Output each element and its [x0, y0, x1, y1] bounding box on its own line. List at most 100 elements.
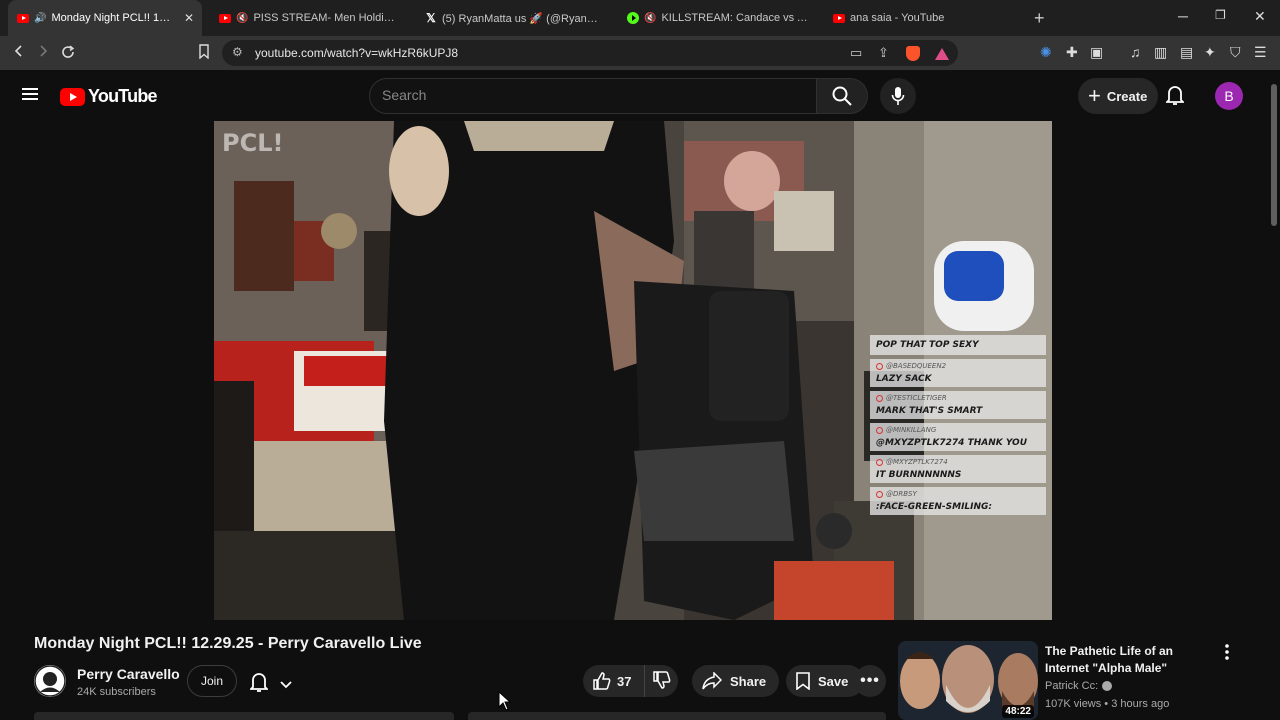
chat-text: @MXYZPTLK7274 THANK YOU	[876, 438, 1027, 448]
video-duration: 48:22	[1002, 705, 1034, 718]
tab-label: ana saia - YouTube	[850, 12, 945, 24]
chat-user-badge-icon	[876, 362, 883, 370]
chat-message: @MXYZPTLK7274 IT BURNNNNNNS	[870, 455, 1046, 483]
notifications-bell-icon[interactable]	[1164, 84, 1186, 111]
close-tab-icon[interactable]: ✕	[184, 11, 194, 25]
brave-rewards-icon[interactable]	[935, 48, 949, 60]
chat-pinned-message: POP THAT TOP SEXY	[870, 335, 1046, 355]
browser-toolbar: ⚙ youtube.com/watch?v=wkHzR6kUPJ8 ▭ ⇪ ✺ …	[0, 36, 1280, 70]
chat-message: @DRBSY :FACE-GREEN-SMILING:	[870, 487, 1046, 515]
subscription-bell-icon[interactable]	[248, 672, 270, 697]
microphone-icon	[891, 87, 905, 105]
recommended-video-channel[interactable]: Patrick Cc:	[1045, 680, 1113, 692]
sidebar-icon[interactable]: ▥	[1154, 44, 1167, 61]
scrollbar-thumb[interactable]	[1271, 84, 1277, 226]
media-icon[interactable]: ♫	[1130, 44, 1141, 60]
chat-username: @TESTICLETIGER	[886, 394, 947, 402]
more-vertical-icon[interactable]	[1224, 644, 1230, 665]
extensions-puzzle-icon[interactable]: ✚	[1066, 44, 1078, 61]
youtube-icon	[16, 11, 30, 25]
forward-icon[interactable]	[36, 44, 50, 63]
youtube-icon	[218, 11, 232, 25]
muted-speaker-icon[interactable]: 🔇	[644, 13, 656, 24]
chat-username: @MXYZPTLK7274	[886, 458, 948, 466]
chevron-down-icon[interactable]	[280, 676, 292, 694]
tab-monday-night-pcl[interactable]: 🔊 Monday Night PCL!! 12.29.25 ✕	[8, 0, 202, 36]
plus-icon: +	[1088, 83, 1101, 108]
page-scrollbar[interactable]	[1268, 70, 1280, 720]
chat-user-badge-icon	[876, 458, 883, 466]
search-button[interactable]	[816, 78, 868, 114]
save-button[interactable]: Save	[786, 665, 864, 697]
like-count: 37	[617, 673, 632, 689]
voice-search-button[interactable]	[880, 78, 916, 114]
chat-user-badge-icon	[876, 426, 883, 434]
share-button[interactable]: Share	[692, 665, 779, 697]
chat-message: @MINKILLANG @MXYZPTLK7274 THANK YOU	[870, 423, 1046, 451]
save-label: Save	[818, 673, 849, 689]
screenshot-icon[interactable]: ▣	[1090, 44, 1103, 61]
like-dislike-group: 37	[583, 665, 678, 697]
cast-icon[interactable]: ▭	[850, 45, 862, 61]
chat-text: LAZY SACK	[876, 374, 932, 384]
tab-label: (5) RyanMatta us 🚀 (@RyanMattaM	[442, 12, 606, 25]
chat-overlay: POP THAT TOP SEXY @BASEDQUEEN2 LAZY SACK…	[870, 335, 1052, 519]
window-close-icon[interactable]: ✕	[1254, 8, 1266, 25]
minimize-icon[interactable]: ─	[1178, 8, 1188, 24]
tab-label: KILLSTREAM: Candace vs Alex Ra	[661, 12, 808, 24]
guide-menu-icon[interactable]	[22, 88, 38, 100]
youtube-logo[interactable]: YouTube	[60, 86, 158, 107]
youtube-icon	[832, 11, 846, 25]
new-tab-icon[interactable]: +	[1034, 8, 1045, 29]
chat-user-badge-icon	[876, 394, 883, 402]
leo-ai-icon[interactable]: ✦	[1204, 44, 1216, 61]
bookmark-icon[interactable]	[198, 44, 210, 64]
chat-username: @BASEDQUEEN2	[886, 362, 947, 370]
more-horizontal-icon: •••	[860, 672, 880, 689]
tab-label: Monday Night PCL!! 12.29.25	[51, 12, 175, 24]
back-icon[interactable]	[12, 44, 26, 63]
chat-user-badge-icon	[876, 490, 883, 498]
address-bar[interactable]: ⚙ youtube.com/watch?v=wkHzR6kUPJ8 ▭ ⇪	[222, 40, 958, 66]
x-icon: 𝕏	[426, 11, 436, 25]
vpn-icon[interactable]: ⛉	[1230, 44, 1241, 61]
channel-avatar[interactable]	[34, 665, 66, 697]
chat-message: @BASEDQUEEN2 LAZY SACK	[870, 359, 1046, 387]
url-text[interactable]: youtube.com/watch?v=wkHzR6kUPJ8	[255, 46, 458, 60]
reload-icon[interactable]	[60, 44, 76, 65]
tab-ryanmatta-x[interactable]: 𝕏 (5) RyanMatta us 🚀 (@RyanMattaM	[424, 6, 606, 30]
video-title: Monday Night PCL!! 12.29.25 - Perry Cara…	[34, 635, 422, 652]
create-label: Create	[1106, 88, 1148, 104]
create-button[interactable]: + Create	[1078, 78, 1158, 114]
youtube-header: YouTube + Create B	[0, 70, 1280, 122]
menu-icon[interactable]: ☰	[1254, 44, 1267, 61]
search-input[interactable]	[382, 87, 802, 103]
site-info-icon[interactable]: ⚙	[232, 45, 243, 59]
restore-icon[interactable]: ❐	[1215, 8, 1226, 22]
account-avatar[interactable]: B	[1215, 82, 1243, 110]
join-button[interactable]: Join	[187, 665, 237, 697]
search-box[interactable]	[369, 78, 817, 114]
tab-killstream[interactable]: 🔇 KILLSTREAM: Candace vs Alex Ra	[626, 6, 808, 30]
recommended-video-title[interactable]: The Pathetic Life of an Internet "Alpha …	[1045, 643, 1215, 677]
extension-blue-icon[interactable]: ✺	[1040, 44, 1052, 61]
tab-ana-saia[interactable]: ana saia - YouTube	[832, 6, 1012, 30]
like-button[interactable]: 37	[583, 665, 645, 697]
brave-shields-icon[interactable]	[906, 46, 920, 61]
chat-username: @DRBSY	[886, 490, 917, 498]
verified-badge-icon	[1102, 681, 1113, 691]
youtube-play-icon	[60, 87, 85, 106]
channel-name[interactable]: Perry Caravello	[77, 666, 180, 682]
more-actions-button[interactable]: •••	[854, 665, 886, 697]
search-icon	[832, 86, 852, 106]
chat-text: :FACE-GREEN-SMILING:	[876, 502, 993, 512]
dislike-button[interactable]	[645, 670, 671, 692]
muted-speaker-icon[interactable]: 🔇	[236, 13, 248, 24]
tab-piss-stream[interactable]: 🔇 PISS STREAM- Men Holding Han	[218, 6, 398, 30]
share-page-icon[interactable]: ⇪	[878, 45, 889, 61]
video-player[interactable]: PCL! POP THAT TOP SEXY @BASEDQUEEN2 LAZY…	[214, 121, 1052, 620]
kick-icon	[626, 11, 640, 25]
speaker-icon[interactable]: 🔊	[34, 13, 46, 24]
wallet-icon[interactable]: ▤	[1180, 44, 1193, 61]
recommended-video-thumbnail[interactable]: 48:22	[898, 641, 1038, 720]
